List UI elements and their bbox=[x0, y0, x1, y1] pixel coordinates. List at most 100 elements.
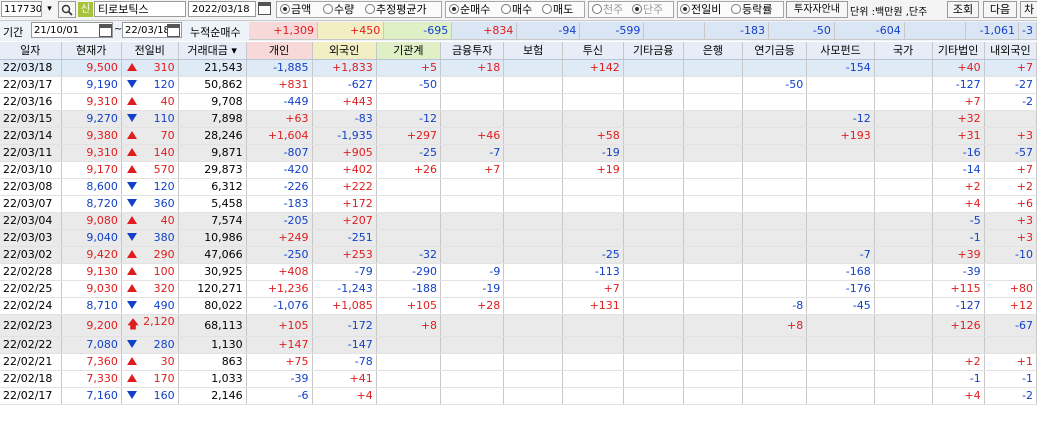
investor-guide-button[interactable]: 투자자안내 bbox=[786, 1, 848, 18]
table-row[interactable]: 22/03/10 9,170 570 29,873 -420 +402 +26 +7 +19 -1… bbox=[0, 161, 1037, 179]
investor-value-cell: +12 bbox=[984, 297, 1037, 315]
volume-cell: 120,271 bbox=[178, 280, 247, 298]
investor-value-cell bbox=[623, 297, 684, 315]
table-row[interactable]: 22/02/23 9,200 🡅 2,120 68,113 +105 -172 +8 +8 +12… bbox=[0, 314, 1037, 337]
investor-value-cell bbox=[376, 370, 442, 388]
investor-value-cell bbox=[683, 336, 744, 354]
change-cell: 140 bbox=[121, 144, 179, 162]
radio-buy[interactable]: 매수 bbox=[501, 3, 532, 17]
up-triangle-icon bbox=[126, 355, 137, 368]
stock-name-field[interactable]: 티로보틱스 bbox=[94, 1, 186, 17]
table-row[interactable]: 22/03/17 9,190 120 50,862 +831 -627 -50 -50 -127… bbox=[0, 76, 1037, 94]
column-header[interactable]: 투신 bbox=[562, 42, 624, 60]
price-cell: 8,720 bbox=[61, 195, 122, 213]
investor-value-cell: -205 bbox=[246, 212, 313, 230]
radio-single-shares[interactable]: 단주 bbox=[632, 3, 663, 17]
chart-button[interactable]: 차 bbox=[1020, 1, 1037, 18]
column-header[interactable]: 기타금융 bbox=[623, 42, 684, 60]
table-row[interactable]: 22/02/28 9,130 100 30,925 +408 -79 -290 -9 -113 -… bbox=[0, 263, 1037, 281]
investor-value-cell: -32 bbox=[376, 246, 442, 264]
table-row[interactable]: 22/03/07 8,720 360 5,458 -183 +172 +4 +6 bbox=[0, 195, 1037, 213]
change-cell: 290 bbox=[121, 246, 179, 264]
date-cell: 22/03/04 bbox=[0, 212, 62, 230]
investor-value-cell bbox=[562, 195, 624, 213]
column-header[interactable]: 외국인 bbox=[312, 42, 377, 60]
search-icon[interactable] bbox=[58, 1, 76, 18]
column-header[interactable]: 거래대금 ▾ bbox=[178, 42, 247, 60]
column-header[interactable]: 개인 bbox=[246, 42, 313, 60]
radio-sell[interactable]: 매도 bbox=[542, 3, 573, 17]
table-row[interactable]: 22/03/02 9,420 290 47,066 -250 +253 -32 -25 -7 +3… bbox=[0, 246, 1037, 264]
table-row[interactable]: 22/02/22 7,080 280 1,130 +147 -147 bbox=[0, 336, 1037, 354]
investor-value-cell bbox=[562, 110, 624, 128]
table-row[interactable]: 22/03/15 9,270 110 7,898 +63 -83 -12 -12 +32 bbox=[0, 110, 1037, 128]
table-row[interactable]: 22/02/25 9,030 320 120,271 +1,236 -1,243 -188-… bbox=[0, 280, 1037, 298]
table-row[interactable]: 22/02/18 7,330 170 1,033 -39 +41 -1 -1 bbox=[0, 370, 1037, 388]
investor-value-cell bbox=[806, 144, 875, 162]
up-triangle-icon bbox=[126, 95, 137, 108]
column-header[interactable]: 현재가 bbox=[61, 42, 122, 60]
radio-dot-icon bbox=[280, 4, 290, 14]
sort-dropdown-icon[interactable]: ▾ bbox=[228, 44, 237, 57]
calendar-icon[interactable] bbox=[258, 2, 271, 15]
column-header[interactable]: 전일비 bbox=[121, 42, 179, 60]
table-row[interactable]: 22/03/04 9,080 40 7,574 -205 +207 -5 +3 bbox=[0, 212, 1037, 230]
column-header[interactable]: 사모펀드 bbox=[806, 42, 875, 60]
change-cell: 100 bbox=[121, 263, 179, 281]
investor-value-cell bbox=[806, 76, 875, 94]
date-cell: 22/02/24 bbox=[0, 297, 62, 315]
investor-value-cell: +80 bbox=[984, 280, 1037, 298]
radio-avg-price[interactable]: 추정평균가 bbox=[365, 3, 427, 17]
cumulative-value: +1,309 bbox=[249, 22, 319, 40]
stock-code-input[interactable]: 117730 bbox=[1, 1, 42, 17]
investor-value-cell: -16 bbox=[932, 144, 985, 162]
radio-label: 매도 bbox=[553, 3, 574, 16]
investor-value-cell: -14 bbox=[932, 161, 985, 179]
next-button[interactable]: 다음 bbox=[983, 1, 1017, 18]
investor-value-cell: -67 bbox=[984, 314, 1037, 337]
up-triangle-icon bbox=[126, 282, 137, 295]
column-header[interactable]: 금융투자 bbox=[440, 42, 505, 60]
table-row[interactable]: 22/03/14 9,380 70 28,246 +1,604 -1,935 +297 +46… bbox=[0, 127, 1037, 145]
radio-prev-day[interactable]: 전일비 bbox=[680, 3, 721, 17]
table-row[interactable]: 22/02/21 7,360 30 863 +75 -78 +2 +1 bbox=[0, 353, 1037, 371]
table-row[interactable]: 22/03/18 9,500 310 21,543 -1,885 +1,833 +5 +18 +… bbox=[0, 59, 1037, 77]
table-row[interactable]: 22/03/03 9,040 380 10,986 +249 -251 -1 +3 bbox=[0, 229, 1037, 247]
column-header[interactable]: 일자 bbox=[0, 42, 62, 60]
column-header[interactable]: 기관계 bbox=[376, 42, 442, 60]
query-button[interactable]: 조회 bbox=[947, 1, 979, 18]
investor-value-cell bbox=[503, 178, 563, 196]
column-header[interactable]: 내외국인 bbox=[984, 42, 1037, 60]
investor-value-cell: +105 bbox=[246, 314, 313, 337]
radio-label: 수량 bbox=[334, 3, 355, 16]
column-header[interactable]: 기타법인 bbox=[932, 42, 985, 60]
radio-change-rate[interactable]: 등락률 bbox=[731, 3, 772, 17]
investor-value-cell bbox=[742, 195, 808, 213]
column-header[interactable]: 연기금등 bbox=[742, 42, 808, 60]
table-row[interactable]: 22/02/17 7,160 160 2,146 -6 +4 +4 -2 bbox=[0, 387, 1037, 405]
dropdown-arrow-icon[interactable]: ▾ bbox=[43, 1, 56, 18]
investor-value-cell: -9 bbox=[440, 263, 505, 281]
date-cell: 22/03/16 bbox=[0, 93, 62, 111]
price-cell: 7,080 bbox=[61, 336, 122, 354]
price-cell: 9,190 bbox=[61, 76, 122, 94]
price-cell: 7,360 bbox=[61, 353, 122, 371]
table-row[interactable]: 22/03/16 9,310 40 9,708 -449 +443 +7 -2 bbox=[0, 93, 1037, 111]
table-row[interactable]: 22/03/11 9,310 140 9,871 -807 +905 -25 -7 -19 -16… bbox=[0, 144, 1037, 162]
radio-quantity[interactable]: 수량 bbox=[323, 3, 354, 17]
volume-cell: 30,925 bbox=[178, 263, 247, 281]
volume-cell: 863 bbox=[178, 353, 247, 371]
date-input[interactable]: 2022/03/18 bbox=[188, 1, 256, 17]
radio-amount[interactable]: 금액 bbox=[280, 3, 311, 17]
table-row[interactable]: 22/02/24 8,710 490 80,022 -1,076 +1,085 +105 +2… bbox=[0, 297, 1037, 315]
column-header[interactable]: 은행 bbox=[683, 42, 744, 60]
radio-net-buy[interactable]: 순매수 bbox=[449, 3, 490, 17]
investor-value-cell: +443 bbox=[312, 93, 377, 111]
column-header[interactable]: 국가 bbox=[874, 42, 933, 60]
change-value: 170 bbox=[153, 372, 175, 385]
investor-value-cell bbox=[376, 387, 442, 405]
table-row[interactable]: 22/03/08 8,600 120 6,312 -226 +222 +2 +2 bbox=[0, 178, 1037, 196]
column-header[interactable]: 보험 bbox=[503, 42, 563, 60]
radio-thousand-shares[interactable]: 천주 bbox=[592, 3, 623, 17]
investor-value-cell: -251 bbox=[312, 229, 377, 247]
